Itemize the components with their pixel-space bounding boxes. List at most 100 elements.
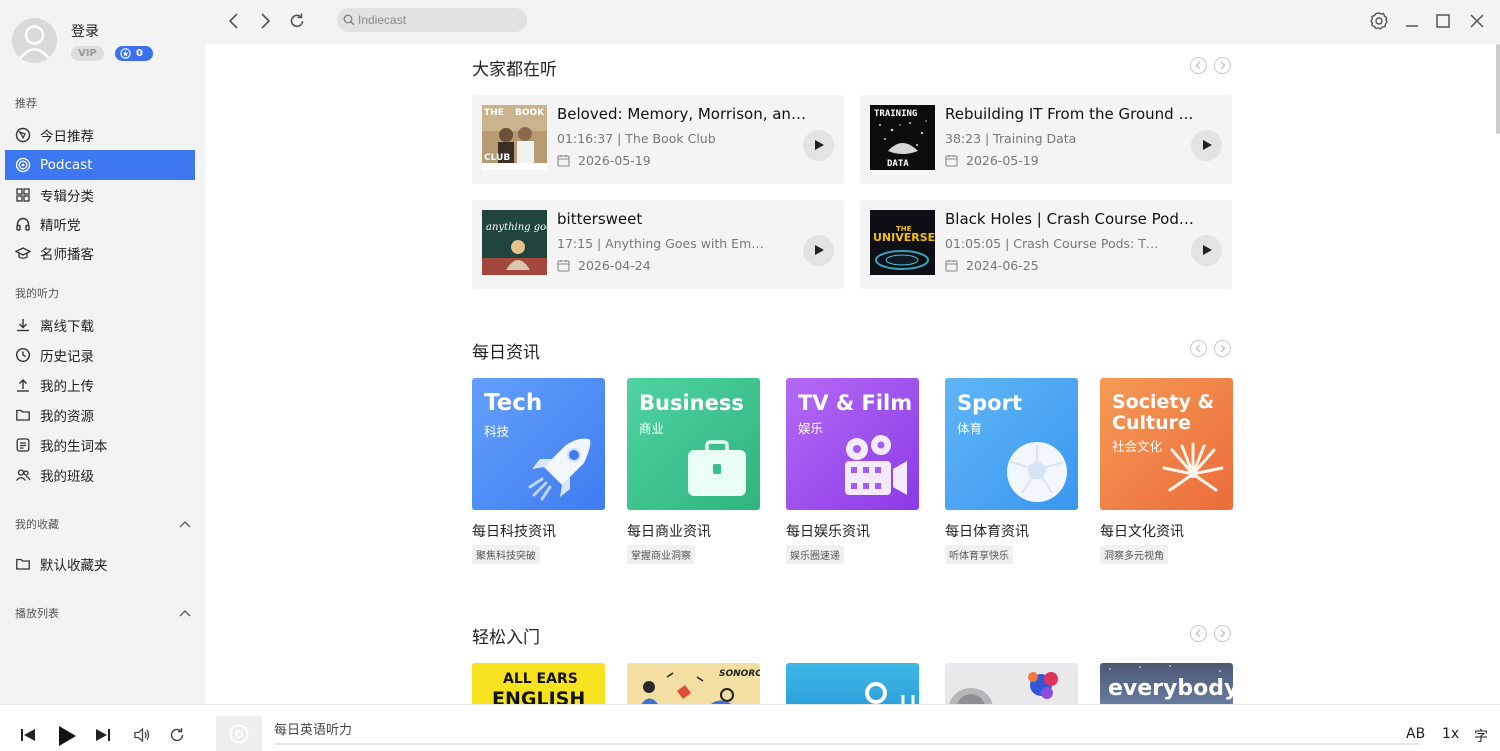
- episode-title[interactable]: Beloved: Memory, Morrison, and...: [557, 105, 812, 123]
- now-playing-artwork[interactable]: [216, 716, 262, 751]
- category-zh-title: 社会文化: [1112, 439, 1163, 454]
- prev-page-button[interactable]: [1190, 57, 1207, 74]
- playback-speed-button[interactable]: 1x: [1442, 726, 1459, 742]
- coin-icon: [120, 48, 131, 59]
- sidebar-item-label: 我的上传: [40, 379, 94, 395]
- album-card-chat[interactable]: [945, 663, 1078, 704]
- next-page-button[interactable]: [1214, 57, 1231, 74]
- episode-date: 2026-05-19: [578, 153, 651, 168]
- category-card-tv-film[interactable]: TV & Film 娱乐 每日娱乐资讯 娱乐圈速递: [786, 378, 919, 564]
- sidebar-item-offline-download[interactable]: 离线下载: [5, 310, 195, 340]
- category-tag: 聚焦科技突破: [472, 545, 540, 564]
- category-card-society-culture[interactable]: Society & Culture 社会文化 每日文化资讯 洞察多元视角: [1100, 378, 1233, 564]
- episode-card[interactable]: anything goes bittersweet 17:15 | Anythi…: [472, 200, 844, 289]
- album-card-blue[interactable]: [786, 663, 919, 704]
- sidebar-item-label: 我的生词本: [40, 439, 108, 455]
- category-name: 每日文化资讯: [1100, 524, 1184, 540]
- previous-track-icon[interactable]: [19, 727, 37, 743]
- avatar[interactable]: [12, 18, 57, 63]
- prev-page-button[interactable]: [1190, 340, 1207, 357]
- forward-arrow-icon[interactable]: [255, 11, 275, 31]
- category-name: 每日娱乐资讯: [786, 524, 870, 540]
- sidebar-item-podcast[interactable]: Podcast: [5, 150, 195, 180]
- album-card-all-ears-english[interactable]: ALL EARS ENGLISH: [472, 663, 605, 704]
- sidebar-item-my-uploads[interactable]: 我的上传: [5, 370, 195, 400]
- episode-title[interactable]: Black Holes | Crash Course Pods: T...: [945, 210, 1200, 228]
- play-button[interactable]: [1191, 130, 1222, 161]
- next-page-button[interactable]: [1214, 340, 1231, 357]
- chevron-up-icon[interactable]: [178, 519, 192, 529]
- category-card-sport[interactable]: Sport 体育 每日体育资讯 听体育享快乐: [945, 378, 1078, 564]
- sidebar-item-vocabulary[interactable]: 我的生词本: [5, 430, 195, 460]
- album-card-everybody[interactable]: everybody: [1100, 663, 1233, 704]
- play-icon: [1203, 140, 1212, 150]
- cover-text: UNIVERSE: [873, 231, 935, 244]
- users-icon: [15, 469, 31, 481]
- category-card-business[interactable]: Business 商业 每日商业资讯 掌握商业洞察: [627, 378, 760, 564]
- search-bar[interactable]: [337, 8, 527, 32]
- calendar-icon: [945, 260, 958, 272]
- category-en-title: Society & Culture: [1112, 392, 1214, 434]
- scrollbar[interactable]: [1496, 44, 1500, 134]
- podcast-cover: THE BOOK CLUB: [482, 105, 547, 170]
- episode-date-row: 2024-06-25: [945, 258, 1039, 273]
- calendar-icon: [557, 260, 570, 272]
- play-button[interactable]: [803, 235, 834, 266]
- episode-card[interactable]: TRAINING DATA Rebuilding IT From the Gro…: [860, 95, 1232, 184]
- cover-text: CLUB: [484, 153, 510, 163]
- sidebar-item-my-class[interactable]: 我的班级: [5, 460, 195, 490]
- coin-badge[interactable]: 0: [115, 46, 153, 61]
- cover-text: ALL EARS: [503, 671, 578, 687]
- play-button[interactable]: [803, 130, 834, 161]
- album-card-sonoro[interactable]: SONORO: [627, 663, 760, 704]
- sidebar-item-today[interactable]: 今日推荐: [5, 120, 195, 150]
- minimize-icon[interactable]: [1402, 11, 1422, 31]
- back-arrow-icon[interactable]: [224, 11, 244, 31]
- grid-icon: [16, 188, 30, 202]
- close-icon[interactable]: [1467, 11, 1487, 31]
- category-en-line: Society &: [1112, 391, 1215, 413]
- sidebar-item-my-resources[interactable]: 我的资源: [5, 400, 195, 430]
- category-tag: 娱乐圈速递: [786, 545, 844, 564]
- sidebar-item-album-category[interactable]: 专辑分类: [5, 180, 195, 210]
- vip-badge[interactable]: VIP: [71, 46, 104, 61]
- settings-gear-icon[interactable]: [1369, 11, 1389, 31]
- popular-pager: [1190, 57, 1231, 75]
- prev-page-button[interactable]: [1190, 625, 1207, 642]
- volume-icon[interactable]: [133, 727, 151, 743]
- episode-title[interactable]: Rebuilding IT From the Ground Up f...: [945, 105, 1200, 123]
- search-input[interactable]: [358, 12, 518, 28]
- repeat-icon[interactable]: [168, 726, 186, 744]
- category-tile: Tech 科技: [472, 378, 605, 510]
- progress-bar[interactable]: [274, 743, 1419, 745]
- sidebar-item-default-favorites[interactable]: 默认收藏夹: [5, 549, 195, 579]
- category-zh-title: 娱乐: [798, 421, 824, 436]
- category-name: 每日体育资讯: [945, 524, 1029, 540]
- sidebar-item-label: 历史记录: [40, 349, 94, 365]
- chevron-up-icon[interactable]: [178, 608, 192, 618]
- category-card-tech[interactable]: Tech 科技 每日科技资讯 聚焦科技突破: [472, 378, 605, 564]
- sidebar-item-teacher-podcast[interactable]: 名师播客: [5, 238, 195, 268]
- cover-text: TRAINING: [874, 109, 917, 119]
- subtitle-button[interactable]: 字: [1474, 726, 1488, 746]
- next-track-icon[interactable]: [94, 727, 112, 743]
- sidebar-item-label: Podcast: [40, 157, 93, 173]
- film-camera-icon: [845, 435, 907, 495]
- ab-repeat-button[interactable]: AB: [1406, 726, 1425, 742]
- episode-card[interactable]: THE BOOK CLUB Beloved: Memory, Morrison,…: [472, 95, 844, 184]
- sidebar-item-intensive[interactable]: 精听党: [5, 209, 195, 239]
- maximize-icon[interactable]: [1433, 11, 1453, 31]
- next-page-button[interactable]: [1214, 625, 1231, 642]
- episode-title[interactable]: bittersweet: [557, 210, 812, 228]
- login-link[interactable]: 登录: [71, 21, 99, 41]
- play-icon[interactable]: [57, 725, 77, 747]
- cover-text: SONORO: [719, 669, 760, 679]
- section-my-favorites: 我的收藏: [15, 518, 59, 531]
- sidebar-item-label: 今日推荐: [40, 129, 94, 145]
- sidebar-item-label: 精听党: [40, 218, 81, 234]
- episode-card[interactable]: THE UNIVERSE Black Holes | Crash Course …: [860, 200, 1232, 289]
- sidebar-item-history[interactable]: 历史记录: [5, 340, 195, 370]
- clock-icon: [15, 347, 31, 363]
- refresh-icon[interactable]: [287, 11, 307, 31]
- play-button[interactable]: [1191, 235, 1222, 266]
